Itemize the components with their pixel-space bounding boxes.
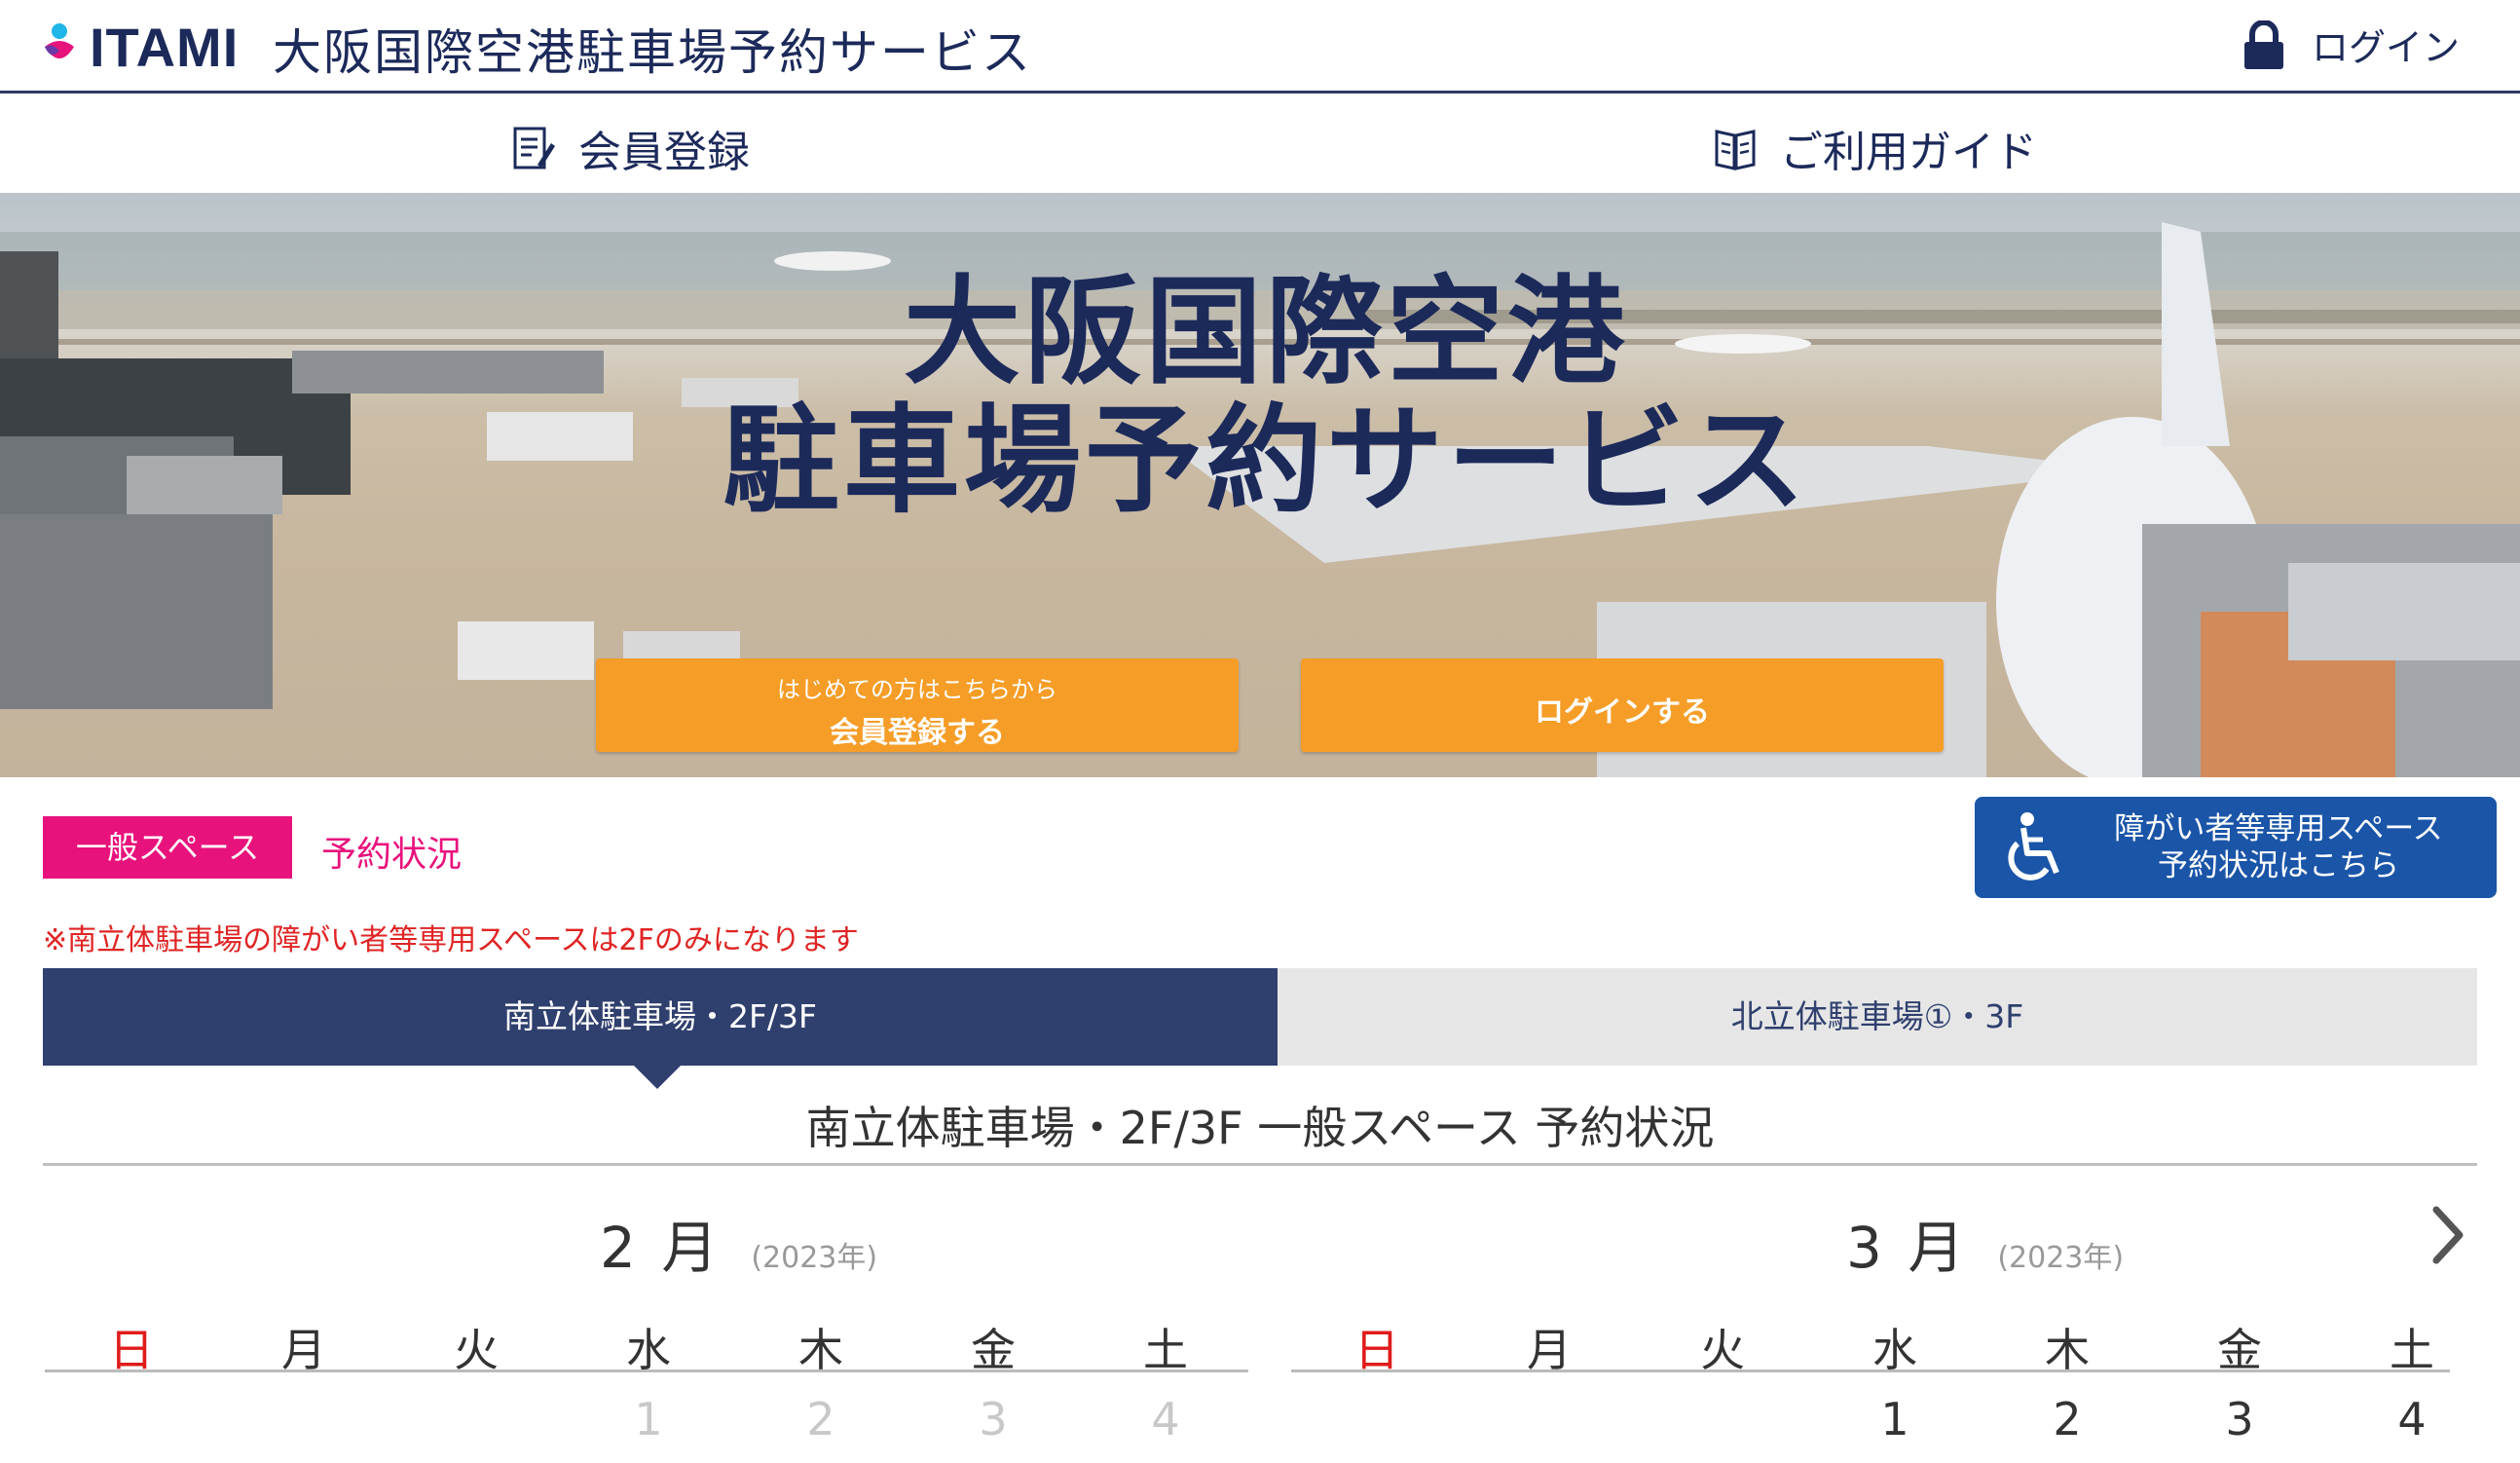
login-label: ログイン [2311, 26, 2460, 69]
calendar-day: 2 [806, 1393, 835, 1445]
main-nav: 会員登録 ご利用ガイド [0, 95, 2520, 193]
general-space-tag: 一般スペース [43, 816, 292, 879]
lock-icon [2243, 19, 2283, 69]
calendar-day[interactable]: 1 [1809, 1393, 1981, 1445]
nav-guide-label: ご利用ガイド [1780, 128, 2037, 177]
calendar-day [1463, 1393, 1636, 1445]
tab-south-parking[interactable]: 南立体駐車場・2F/3F [43, 968, 1278, 1066]
calendar-day: 4 [1151, 1393, 1180, 1445]
service-title: 大阪国際空港駐車場予約サービス [273, 24, 1032, 81]
calendar-mar-row1: 1 2 3 4 [1291, 1393, 2499, 1445]
calendar-feb-month: 2 月 [600, 1215, 723, 1281]
hero-login-button[interactable]: ログインする [1301, 658, 1944, 752]
calendar-day: 3 [979, 1393, 1008, 1445]
hero-title-line2: 駐車場予約サービス [723, 394, 1809, 529]
accessible-line1: 障がい者等専用スペース [2114, 811, 2443, 846]
hero-register-button[interactable]: はじめての方はこちらから 会員登録する [596, 658, 1239, 752]
accessible-notice: ※南立体駐車場の障がい者等専用スペースは2Fのみになります [43, 923, 859, 957]
hero-login-label: ログインする [1535, 695, 1710, 730]
reservation-status-label: 予約状況 [321, 835, 463, 875]
calendar-day [1636, 1393, 1809, 1445]
nav-register[interactable]: 会員登録 [512, 117, 750, 179]
itami-logo[interactable]: ITAMI [39, 16, 240, 78]
calendar-mar-year: (2023年) [1997, 1241, 2125, 1275]
nav-guide[interactable]: ご利用ガイド [1714, 117, 2037, 179]
calendar-day [218, 1393, 389, 1445]
active-tab-pointer [634, 1066, 681, 1089]
site-header: ITAMI 大阪国際空港駐車場予約サービス ログイン [0, 0, 2520, 94]
calendar-feb-rule [45, 1369, 1248, 1372]
chevron-right-icon[interactable] [2428, 1204, 2467, 1266]
logo-text: ITAMI [90, 16, 240, 78]
calendar-feb-header: 2 月 (2023年) [600, 1202, 877, 1284]
calendar-mar-month: 3 月 [1846, 1215, 1969, 1281]
accessible-line2: 予約状況はこちら [2158, 848, 2399, 883]
calendar-mar-rule [1291, 1369, 2450, 1372]
calendar-feb-row1: 1 2 3 4 [45, 1393, 1252, 1445]
calendar-day [389, 1393, 563, 1445]
pen-paper-icon [513, 127, 555, 169]
calendar-day[interactable]: 2 [1981, 1393, 2154, 1445]
hero-register-label: 会員登録する [830, 716, 1005, 750]
wheelchair-icon [2008, 812, 2059, 881]
status-title: 南立体駐車場・2F/3F 一般スペース 予約状況 [805, 1102, 1715, 1154]
tab-north-parking[interactable]: 北立体駐車場①・3F [1278, 968, 2477, 1066]
status-title-divider [43, 1163, 2477, 1166]
accessible-space-button[interactable]: 障がい者等専用スペース 予約状況はこちら [1975, 797, 2497, 898]
calendar-day[interactable]: 4 [2325, 1393, 2499, 1445]
hero-banner: 大阪国際空港 駐車場予約サービス はじめての方はこちらから 会員登録する ログイ… [0, 193, 2520, 777]
header-login-link[interactable]: ログイン [2242, 18, 2460, 71]
itami-logo-mark-icon [45, 23, 74, 58]
calendar-mar-header: 3 月 (2023年) [1846, 1202, 2124, 1284]
accessible-button-text: 障がい者等専用スペース 予約状況はこちら [2084, 810, 2473, 884]
hero-register-subtext: はじめての方はこちらから [777, 676, 1057, 703]
calendar-day [45, 1393, 218, 1445]
book-icon [1715, 130, 1756, 170]
calendar-feb-year: (2023年) [751, 1241, 878, 1275]
hero-title-line1: 大阪国際空港 [904, 265, 1628, 400]
nav-register-label: 会員登録 [578, 128, 750, 177]
calendar-day: 1 [634, 1393, 663, 1445]
calendar-day [1291, 1393, 1463, 1445]
calendar-day[interactable]: 3 [2154, 1393, 2325, 1445]
